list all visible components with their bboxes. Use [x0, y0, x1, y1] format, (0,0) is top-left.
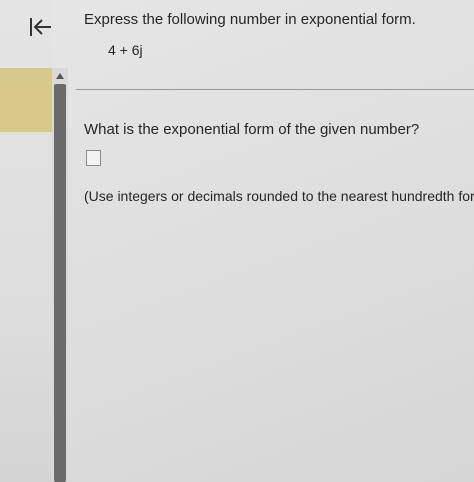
divider: [76, 89, 474, 90]
scroll-up-button[interactable]: [52, 68, 68, 84]
scroll-thumb[interactable]: [54, 84, 66, 482]
question-text: What is the exponential form of the give…: [84, 121, 420, 138]
question-panel: Express the following number in exponent…: [68, 0, 474, 482]
question-prompt: Express the following number in exponent…: [84, 11, 416, 28]
scroll-up-arrow-icon: [56, 73, 64, 79]
complex-number: 4 + 6j: [108, 42, 143, 58]
rounding-instruction: (Use integers or decimals rounded to the…: [84, 188, 474, 204]
screen: Express the following number in exponent…: [0, 0, 474, 482]
scrollbar[interactable]: [52, 68, 68, 482]
selected-question-indicator[interactable]: [0, 68, 52, 132]
left-rail: [0, 0, 52, 482]
collapse-panel-button[interactable]: [24, 12, 54, 42]
collapse-left-arrow-icon: [30, 18, 51, 36]
answer-input[interactable]: [86, 150, 101, 166]
